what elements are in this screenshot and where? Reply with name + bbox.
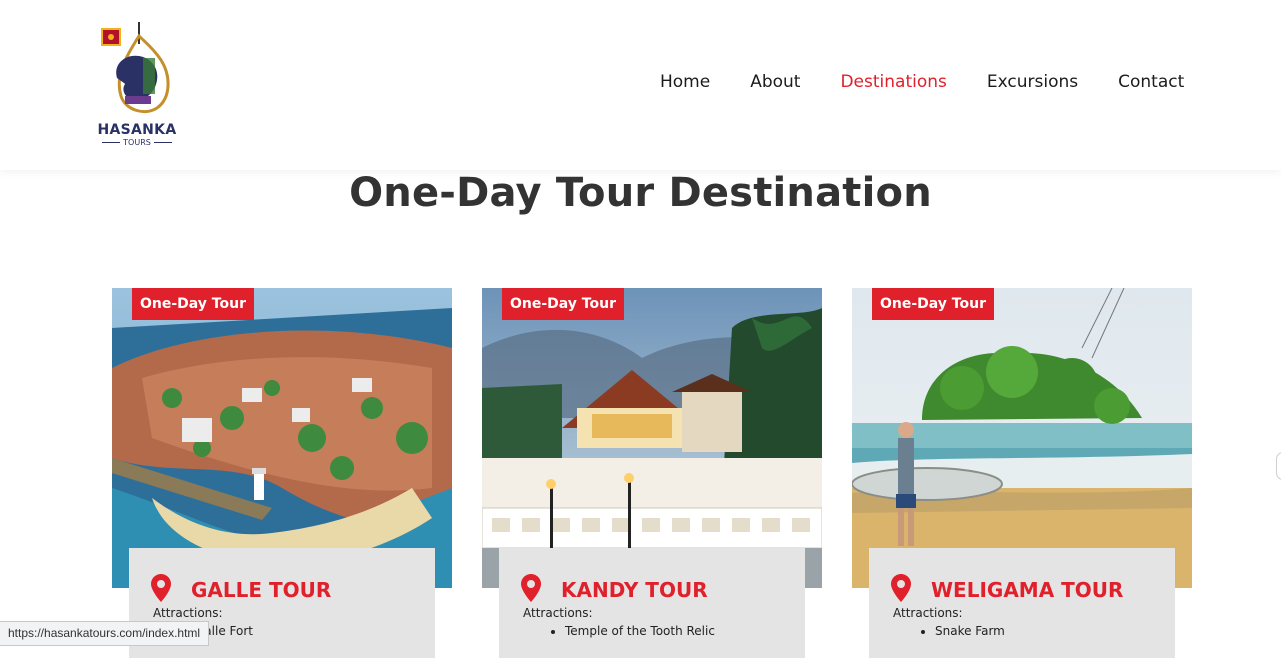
location-pin-icon: [891, 574, 911, 602]
attractions-list: Temple of the Tooth Relic: [565, 624, 715, 638]
galle-fort-image[interactable]: One-Day Tour: [112, 288, 452, 588]
location-pin-icon: [521, 574, 541, 602]
tour-card-info-weligama: WELIGAMA TOUR Attractions: Snake Farm: [869, 548, 1175, 658]
main-nav: Home About Destinations Excursions Conta…: [660, 72, 1224, 92]
kandy-temple-image[interactable]: One-Day Tour: [482, 288, 822, 588]
attractions-label: Attractions:: [893, 606, 963, 620]
tour-type-tag: One-Day Tour: [132, 288, 254, 320]
nav-about[interactable]: About: [750, 72, 800, 92]
tour-card-galle[interactable]: One-Day Tour: [112, 288, 452, 588]
tour-title[interactable]: KANDY TOUR: [561, 578, 708, 602]
nav-destinations[interactable]: Destinations: [840, 72, 946, 92]
tour-type-tag: One-Day Tour: [502, 288, 624, 320]
weligama-beach-image[interactable]: One-Day Tour: [852, 288, 1192, 588]
tour-card-weligama[interactable]: One-Day Tour: [852, 288, 1192, 588]
attraction-item: Temple of the Tooth Relic: [565, 624, 715, 638]
nav-contact[interactable]: Contact: [1118, 72, 1184, 92]
brand-subtitle: TOURS: [95, 138, 179, 147]
tour-card-info-kandy: KANDY TOUR Attractions: Temple of the To…: [499, 548, 805, 658]
tour-card-kandy[interactable]: One-Day Tour: [482, 288, 822, 588]
attractions-list: Snake Farm: [935, 624, 1005, 638]
carousel-next-button[interactable]: [1276, 452, 1281, 480]
browser-status-bar: https://hasankatours.com/index.html: [0, 621, 210, 646]
attractions-label: Attractions:: [523, 606, 593, 620]
attraction-item: Snake Farm: [935, 624, 1005, 638]
tour-title[interactable]: GALLE TOUR: [191, 578, 331, 602]
nav-home[interactable]: Home: [660, 72, 710, 92]
elephant-logo-icon: [101, 22, 170, 113]
nav-excursions[interactable]: Excursions: [987, 72, 1078, 92]
brand-name: HASANKA: [97, 122, 177, 138]
tour-title[interactable]: WELIGAMA TOUR: [931, 578, 1123, 602]
tour-type-tag: One-Day Tour: [872, 288, 994, 320]
location-pin-icon: [151, 574, 171, 602]
site-logo[interactable]: HASANKA TOURS: [95, 18, 179, 150]
site-header: HASANKA TOURS Home About Destinations Ex…: [0, 0, 1281, 170]
page-title: One-Day Tour Destination: [349, 170, 932, 216]
attractions-label: Attractions:: [153, 606, 223, 620]
